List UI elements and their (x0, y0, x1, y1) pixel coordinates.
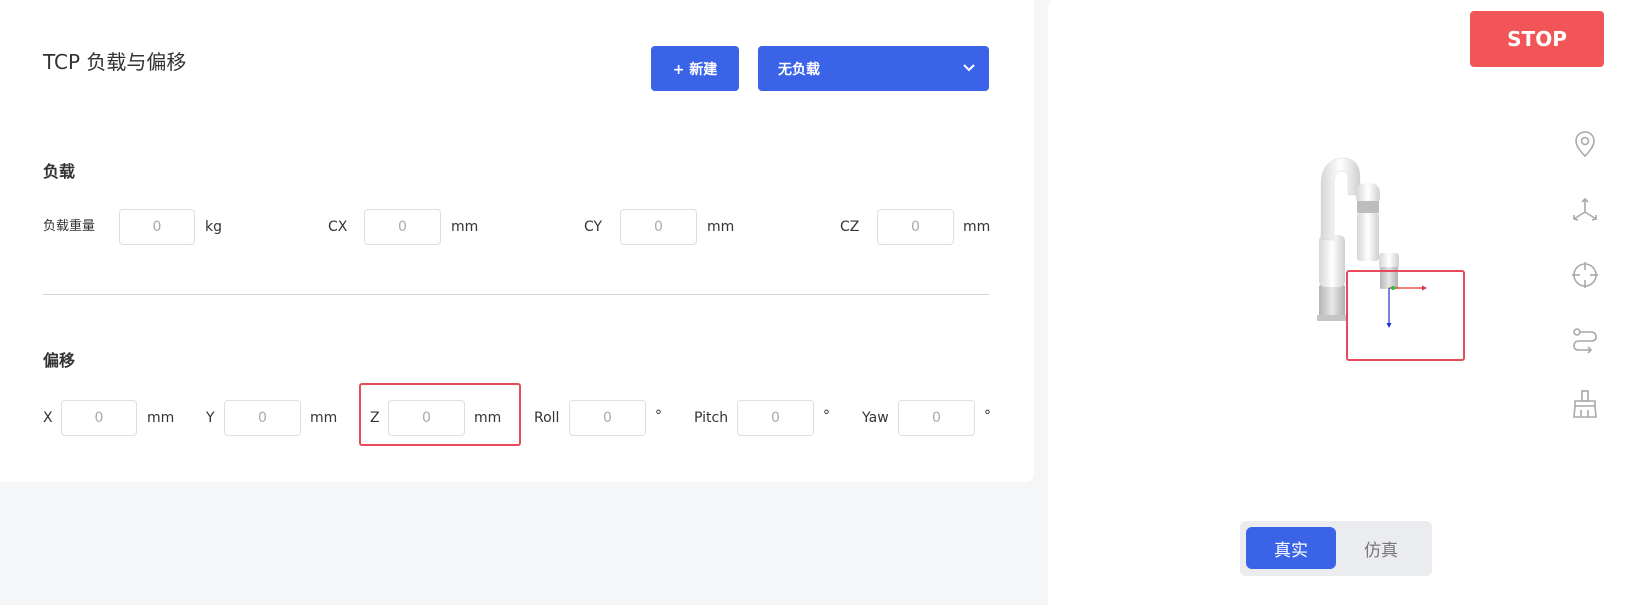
z-label: Z (370, 410, 380, 426)
x-input[interactable] (61, 400, 137, 436)
cy-unit: mm (707, 219, 735, 235)
y-label: Y (206, 410, 215, 426)
load-section-title: 负载 (43, 162, 76, 181)
stop-button[interactable]: STOP (1470, 11, 1604, 67)
page-title: TCP 负载与偏移 (43, 50, 187, 74)
cz-input[interactable] (877, 209, 954, 245)
load-weight-unit: kg (205, 219, 222, 235)
load-select[interactable]: 无负载 (758, 46, 989, 91)
roll-input[interactable] (569, 400, 646, 436)
load-weight-label: 负载重量 (43, 219, 96, 234)
crosshair-icon[interactable] (1569, 259, 1601, 291)
cx-label: CX (328, 219, 348, 235)
mode-toggle: 真实 仿真 (1240, 521, 1432, 576)
pitch-label: Pitch (694, 410, 729, 426)
z-unit: mm (474, 410, 502, 426)
cy-label: CY (584, 219, 603, 235)
y-unit: mm (310, 410, 338, 426)
yaw-label: Yaw (862, 410, 889, 426)
tcp-highlight-box (1346, 270, 1465, 361)
cz-label: CZ (840, 219, 860, 235)
load-select-value: 无负载 (778, 61, 820, 78)
offset-section-title: 偏移 (43, 351, 76, 370)
brush-icon[interactable] (1569, 388, 1601, 420)
z-input[interactable] (388, 400, 465, 436)
x-label: X (43, 410, 53, 426)
roll-unit: ° (655, 408, 662, 424)
cx-input[interactable] (364, 209, 441, 245)
location-pin-icon[interactable] (1569, 128, 1601, 160)
section-divider (43, 294, 989, 295)
real-mode-button[interactable]: 真实 (1246, 527, 1336, 569)
y-input[interactable] (224, 400, 301, 436)
x-unit: mm (147, 410, 175, 426)
pitch-input[interactable] (737, 400, 814, 436)
path-icon[interactable] (1569, 325, 1601, 357)
pitch-unit: ° (823, 408, 830, 424)
load-weight-input[interactable] (119, 209, 195, 245)
axes-3d-icon[interactable] (1569, 195, 1601, 227)
cy-input[interactable] (620, 209, 697, 245)
chevron-down-icon (963, 64, 975, 72)
yaw-unit: ° (984, 408, 991, 424)
cz-unit: mm (963, 219, 991, 235)
cx-unit: mm (451, 219, 479, 235)
yaw-input[interactable] (898, 400, 975, 436)
roll-label: Roll (534, 410, 560, 426)
new-button[interactable]: + 新建 (651, 46, 739, 91)
simulation-mode-button[interactable]: 仿真 (1336, 527, 1426, 569)
